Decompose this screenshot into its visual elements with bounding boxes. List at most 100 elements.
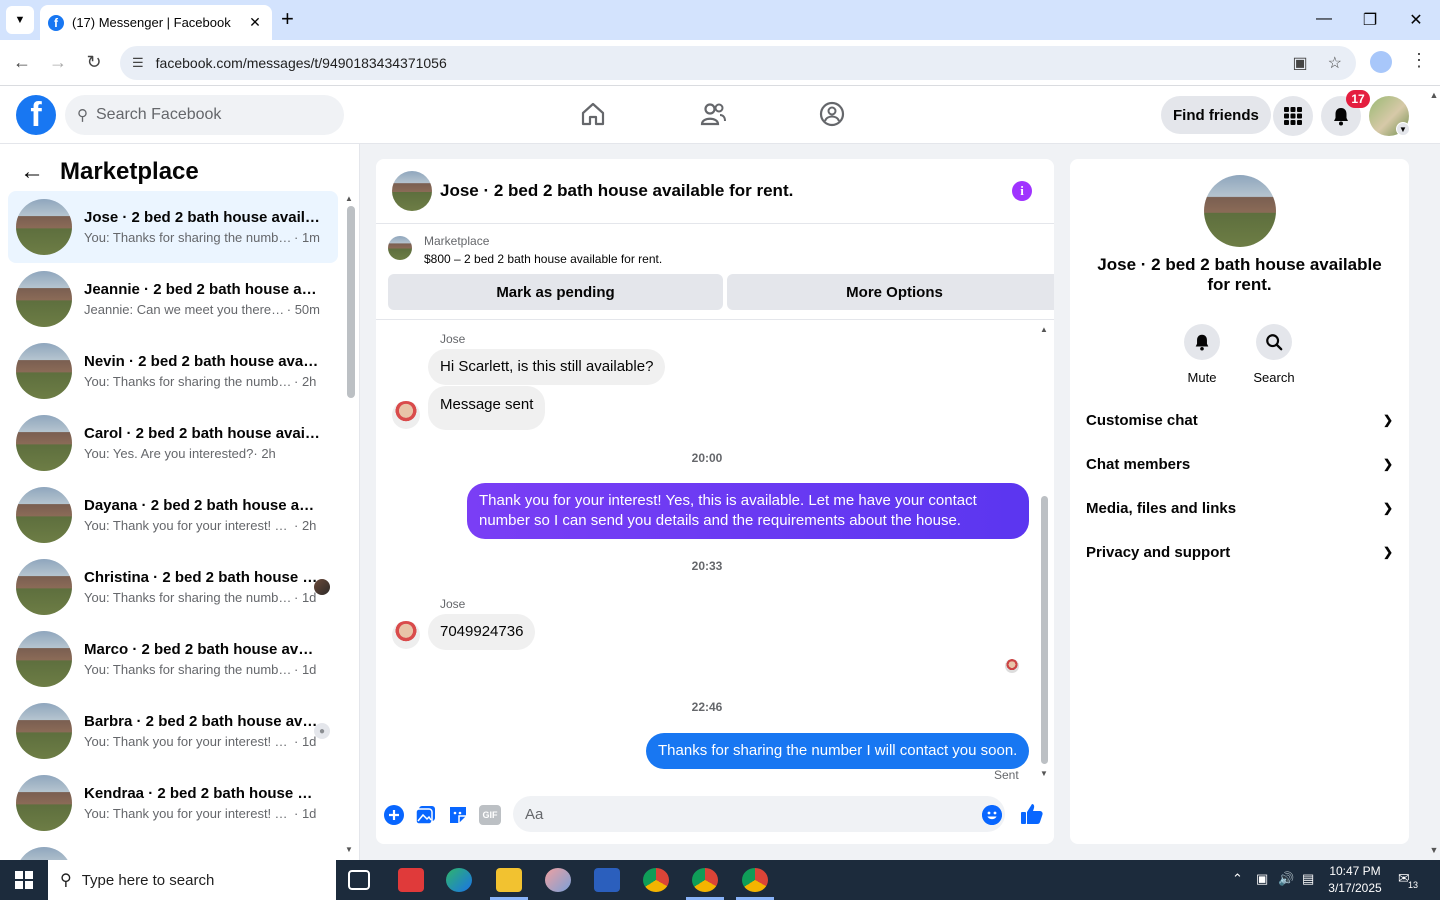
- conversation-avatar: [16, 847, 72, 860]
- sidebar-scrollbar[interactable]: [347, 206, 355, 398]
- install-app-icon[interactable]: ▣: [1293, 53, 1308, 73]
- start-button[interactable]: [0, 860, 48, 900]
- mute-action[interactable]: Mute: [1172, 324, 1232, 385]
- info-icon[interactable]: i: [1012, 181, 1032, 201]
- customise-chat-section[interactable]: Customise chat ❯: [1086, 398, 1393, 442]
- taskbar-clock[interactable]: 10:47 PM 3/17/2025: [1320, 863, 1390, 897]
- conversation-item[interactable]: Marco · 2 bed 2 bath house available for…: [8, 623, 338, 695]
- privacy-support-section[interactable]: Privacy and support ❯: [1086, 530, 1393, 574]
- listing-price[interactable]: $800 – 2 bed 2 bath house available for …: [424, 252, 662, 266]
- file-explorer-icon[interactable]: [496, 868, 522, 892]
- speaker-icon[interactable]: 🔊: [1278, 871, 1294, 887]
- site-info-icon[interactable]: ☰: [132, 55, 144, 71]
- photo-icon[interactable]: [415, 804, 437, 826]
- conversation-item[interactable]: Christina · 2 bed 2 bath house available…: [8, 551, 338, 623]
- word-icon[interactable]: [594, 868, 620, 892]
- reload-button[interactable]: ↻: [82, 52, 106, 73]
- emoji-icon[interactable]: [982, 805, 1002, 825]
- outgoing-message[interactable]: Thanks for sharing the number I will con…: [646, 733, 1030, 769]
- windows-logo-icon: [15, 871, 33, 889]
- sidebar-scroll-down[interactable]: ▼: [345, 845, 353, 854]
- chat-scroll-down[interactable]: ▼: [1040, 769, 1048, 778]
- facebook-search[interactable]: ⚲: [65, 95, 344, 135]
- mark-as-pending-button[interactable]: Mark as pending: [388, 274, 723, 310]
- browser-tab[interactable]: f (17) Messenger | Facebook ✕: [40, 5, 272, 40]
- conversation-item[interactable]: Nevin · 2 bed 2 bath house available for…: [8, 335, 338, 407]
- search-action[interactable]: Search: [1244, 324, 1304, 385]
- home-icon[interactable]: [579, 100, 607, 128]
- bookmark-star-icon[interactable]: ☆: [1328, 53, 1342, 73]
- menu-grid-button[interactable]: [1273, 96, 1313, 136]
- friends-icon[interactable]: [699, 100, 727, 128]
- sender-avatar[interactable]: [392, 621, 420, 649]
- network-icon[interactable]: ▤: [1302, 871, 1314, 887]
- back-button[interactable]: ←: [10, 52, 34, 73]
- task-view-icon[interactable]: [348, 870, 370, 890]
- chrome-icon[interactable]: [643, 868, 669, 892]
- incoming-message[interactable]: 7049924736: [428, 614, 536, 650]
- maximize-button[interactable]: ❐: [1347, 10, 1393, 30]
- page-scroll-up[interactable]: ▲: [1428, 90, 1440, 100]
- listing-source: Marketplace: [424, 234, 490, 248]
- forward-button[interactable]: →: [46, 52, 70, 73]
- browser-profile-icon[interactable]: [1370, 51, 1392, 73]
- seen-receipt-avatar: [1005, 659, 1019, 673]
- conversation-time: · 1d: [294, 734, 317, 749]
- message-input[interactable]: [513, 796, 1005, 832]
- tray-overflow-icon[interactable]: ⌃: [1232, 871, 1243, 887]
- conversation-preview: You: Yes. Are you interested?: [84, 446, 254, 461]
- thumbs-up-icon[interactable]: [1020, 802, 1044, 826]
- close-tab-icon[interactable]: ✕: [246, 14, 264, 31]
- chrome-active-icon[interactable]: [742, 868, 768, 892]
- timestamp: 20:33: [691, 559, 723, 573]
- conversation-avatar: [16, 559, 72, 615]
- minimize-button[interactable]: —: [1301, 10, 1347, 28]
- back-arrow-icon[interactable]: ←: [20, 158, 44, 186]
- incoming-message[interactable]: Hi Scarlett, is this still available?: [428, 349, 666, 385]
- sidebar-title: Marketplace: [60, 158, 199, 185]
- groups-icon[interactable]: [818, 100, 846, 128]
- address-bar[interactable]: ☰ facebook.com/messages/t/94901834343710…: [120, 46, 1356, 80]
- new-tab-button[interactable]: +: [281, 8, 294, 30]
- conversation-item[interactable]: Carol · 2 bed 2 bath house available for…: [8, 407, 338, 479]
- facebook-logo-icon[interactable]: f: [16, 95, 56, 135]
- listing-thumbnail[interactable]: [392, 171, 432, 211]
- sticker-icon[interactable]: [447, 804, 469, 826]
- conversation-avatar: [16, 631, 72, 687]
- gif-icon[interactable]: GIF: [479, 805, 501, 825]
- sidebar-scroll-up[interactable]: ▲: [345, 194, 353, 203]
- chat-avatar[interactable]: [1204, 175, 1276, 247]
- conversation-item[interactable]: Suzanne · 2 bed 2 bath house available f…: [8, 839, 338, 860]
- more-options-button[interactable]: More Options: [727, 274, 1054, 310]
- taskbar-search[interactable]: ⚲ Type here to search: [48, 860, 336, 900]
- find-friends-button[interactable]: Find friends: [1161, 96, 1271, 134]
- media-files-links-section[interactable]: Media, files and links ❯: [1086, 486, 1393, 530]
- conversation-item[interactable]: Jeannie · 2 bed 2 bath house available f…: [8, 263, 338, 335]
- bell-icon: [1334, 108, 1348, 126]
- conversation-item[interactable]: Kendraa · 2 bed 2 bath house available f…: [8, 767, 338, 839]
- chat-scrollbar[interactable]: [1041, 496, 1048, 764]
- plus-circle-icon[interactable]: [383, 804, 405, 826]
- chevron-down-icon[interactable]: ▼: [1396, 122, 1410, 136]
- chrome-profile-icon[interactable]: [692, 868, 718, 892]
- facebook-search-input[interactable]: [96, 106, 316, 124]
- conversation-item[interactable]: Jose · 2 bed 2 bath house available for …: [8, 191, 338, 263]
- tab-search-button[interactable]: ▼: [6, 6, 34, 34]
- conversation-item[interactable]: Barbra · 2 bed 2 bath house available fo…: [8, 695, 338, 767]
- chat-scroll-up[interactable]: ▲: [1040, 325, 1048, 334]
- sender-avatar[interactable]: [392, 401, 420, 429]
- paint-app-icon[interactable]: [545, 868, 571, 892]
- conversation-item[interactable]: Dayana · 2 bed 2 bath house available fo…: [8, 479, 338, 551]
- edge-browser-icon[interactable]: [446, 868, 472, 892]
- outgoing-message[interactable]: Thank you for your interest! Yes, this i…: [467, 483, 1029, 539]
- chat-members-section[interactable]: Chat members ❯: [1086, 442, 1393, 486]
- meet-icon[interactable]: ▣: [1256, 871, 1268, 887]
- close-window-button[interactable]: ✕: [1393, 10, 1439, 30]
- app-red-icon[interactable]: [398, 868, 424, 892]
- incoming-message[interactable]: Message sent: [428, 386, 546, 430]
- page-scroll-down[interactable]: ▼: [1428, 845, 1440, 855]
- chat-title[interactable]: Jose · 2 bed 2 bath house available for …: [440, 181, 793, 201]
- marketplace-sidebar: ← Marketplace Jose · 2 bed 2 bath house …: [0, 144, 360, 860]
- listing-small-thumbnail[interactable]: [388, 236, 412, 260]
- browser-menu-icon[interactable]: ⋮: [1410, 50, 1428, 71]
